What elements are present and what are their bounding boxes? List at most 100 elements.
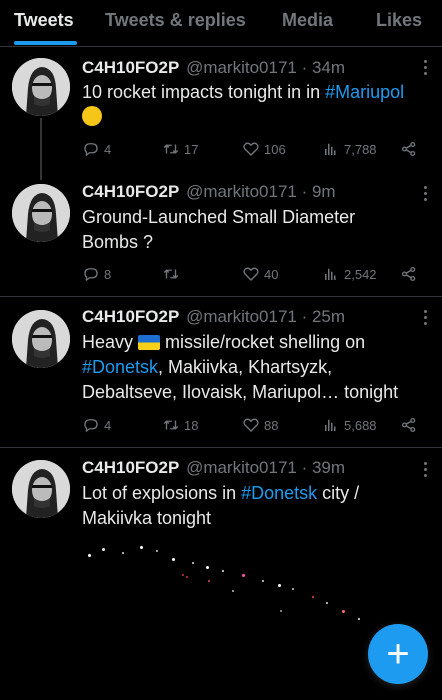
tabs-divider xyxy=(0,46,442,47)
light-point xyxy=(262,580,264,582)
share-icon xyxy=(401,266,416,282)
tweet-text-part: Heavy xyxy=(82,332,139,352)
light-point xyxy=(358,618,360,620)
light-point xyxy=(208,580,210,582)
retweet-icon xyxy=(163,144,179,154)
reply-button[interactable]: 4 xyxy=(82,416,111,434)
like-count: 106 xyxy=(264,141,286,157)
handle-and-time: @markito0171 · 9m xyxy=(186,182,336,201)
more-options-icon[interactable] xyxy=(424,186,428,204)
active-tab-indicator xyxy=(14,41,77,45)
more-options-icon[interactable] xyxy=(424,60,428,78)
light-point xyxy=(88,554,91,557)
light-point xyxy=(342,610,345,613)
handle-and-time: @markito0171 · 34m xyxy=(186,58,346,77)
reply-icon xyxy=(84,268,98,282)
hashtag-link[interactable]: #Mariupol xyxy=(325,82,404,102)
light-point xyxy=(232,590,234,592)
share-button[interactable] xyxy=(400,265,418,283)
tweet-actions: 4 18 88 5,688 xyxy=(82,416,422,436)
tweet-actions: 4 17 106 7,788 xyxy=(82,140,422,160)
share-button[interactable] xyxy=(400,416,418,434)
handle-and-time: @markito0171 · 25m xyxy=(186,307,346,326)
light-point xyxy=(292,588,294,590)
light-point xyxy=(172,558,175,561)
tweet-text-part: missile/rocket shelling on xyxy=(160,332,366,352)
avatar[interactable] xyxy=(12,310,70,368)
views-button[interactable]: 7,788 xyxy=(322,140,377,158)
like-button[interactable]: 40 xyxy=(242,265,278,283)
views-button[interactable]: 2,542 xyxy=(322,265,377,283)
avatar[interactable] xyxy=(12,184,70,242)
share-button[interactable] xyxy=(400,140,418,158)
heart-icon xyxy=(243,142,259,156)
share-icon xyxy=(401,141,416,157)
profile-tabs: Tweets Tweets & replies Media Likes xyxy=(0,0,442,46)
reply-button[interactable]: 8 xyxy=(82,265,111,283)
views-icon xyxy=(325,268,336,280)
light-point xyxy=(242,574,245,577)
tab-media[interactable]: Media xyxy=(282,10,333,31)
thread-line xyxy=(40,118,42,180)
retweet-button[interactable]: 17 xyxy=(162,140,198,158)
retweet-count: 18 xyxy=(184,417,199,433)
share-icon xyxy=(401,417,416,433)
light-point xyxy=(140,546,143,549)
light-point xyxy=(312,596,314,598)
avatar[interactable] xyxy=(12,58,70,116)
retweet-button[interactable] xyxy=(162,265,184,283)
display-name[interactable]: C4H10FO2P xyxy=(82,182,179,201)
reply-button[interactable]: 4 xyxy=(82,140,111,158)
display-name[interactable]: C4H10FO2P xyxy=(82,307,179,326)
tweet-divider xyxy=(0,447,442,448)
views-icon xyxy=(325,143,336,155)
views-button[interactable]: 5,688 xyxy=(322,416,377,434)
like-button[interactable]: 88 xyxy=(242,416,278,434)
reply-count: 8 xyxy=(104,266,112,282)
retweet-button[interactable]: 18 xyxy=(162,416,198,434)
tab-tweets[interactable]: Tweets xyxy=(14,10,74,31)
more-options-icon[interactable] xyxy=(424,462,428,480)
reply-icon xyxy=(84,143,98,157)
display-name[interactable]: C4H10FO2P xyxy=(82,58,179,77)
tweet-text: Lot of explosions in #Donetsk city / Mak… xyxy=(82,481,422,531)
light-point xyxy=(102,548,105,551)
view-count: 7,788 xyxy=(344,141,377,157)
retweet-icon xyxy=(163,269,179,279)
display-name[interactable]: C4H10FO2P xyxy=(82,458,179,477)
hashtag-link[interactable]: #Donetsk xyxy=(241,483,317,503)
compose-tweet-button[interactable]: + xyxy=(368,624,428,684)
reply-icon xyxy=(84,419,98,433)
more-options-icon[interactable] xyxy=(424,310,428,328)
tweet-text: Ground-Launched Small Diameter Bombs ? xyxy=(82,207,356,252)
like-button[interactable]: 106 xyxy=(242,140,286,158)
tab-tweets-and-replies[interactable]: Tweets & replies xyxy=(105,10,246,31)
light-point xyxy=(222,570,224,572)
plus-icon: + xyxy=(386,632,410,676)
tweet-header: C4H10FO2P @markito0171 · 39m xyxy=(82,458,345,478)
tweet-text: 10 rocket impacts tonight in in #Mariupo… xyxy=(82,80,422,130)
light-point xyxy=(122,552,124,554)
avatar[interactable] xyxy=(12,460,70,518)
heart-icon xyxy=(243,267,259,281)
view-count: 2,542 xyxy=(344,266,377,282)
retweet-count: 17 xyxy=(184,141,199,157)
tab-likes[interactable]: Likes xyxy=(376,10,422,31)
light-point xyxy=(192,562,194,564)
hashtag-link[interactable]: #Donetsk xyxy=(82,357,158,377)
light-point xyxy=(182,574,184,576)
like-count: 88 xyxy=(264,417,279,433)
tweet-text-part: 10 rocket impacts tonight in in xyxy=(82,82,326,102)
thinking-emoji-icon xyxy=(82,106,102,126)
reply-count: 4 xyxy=(104,417,112,433)
views-icon xyxy=(325,419,336,431)
view-count: 5,688 xyxy=(344,417,377,433)
tweet-header: C4H10FO2P @markito0171 · 25m xyxy=(82,307,345,327)
like-count: 40 xyxy=(264,266,279,282)
heart-icon xyxy=(243,418,259,432)
light-point xyxy=(156,550,158,552)
tweet-divider xyxy=(0,296,442,297)
tweet-header: C4H10FO2P @markito0171 · 9m xyxy=(82,182,336,202)
light-point xyxy=(186,576,188,578)
tweet-text: Heavy missile/rocket shelling on #Donets… xyxy=(82,330,422,405)
